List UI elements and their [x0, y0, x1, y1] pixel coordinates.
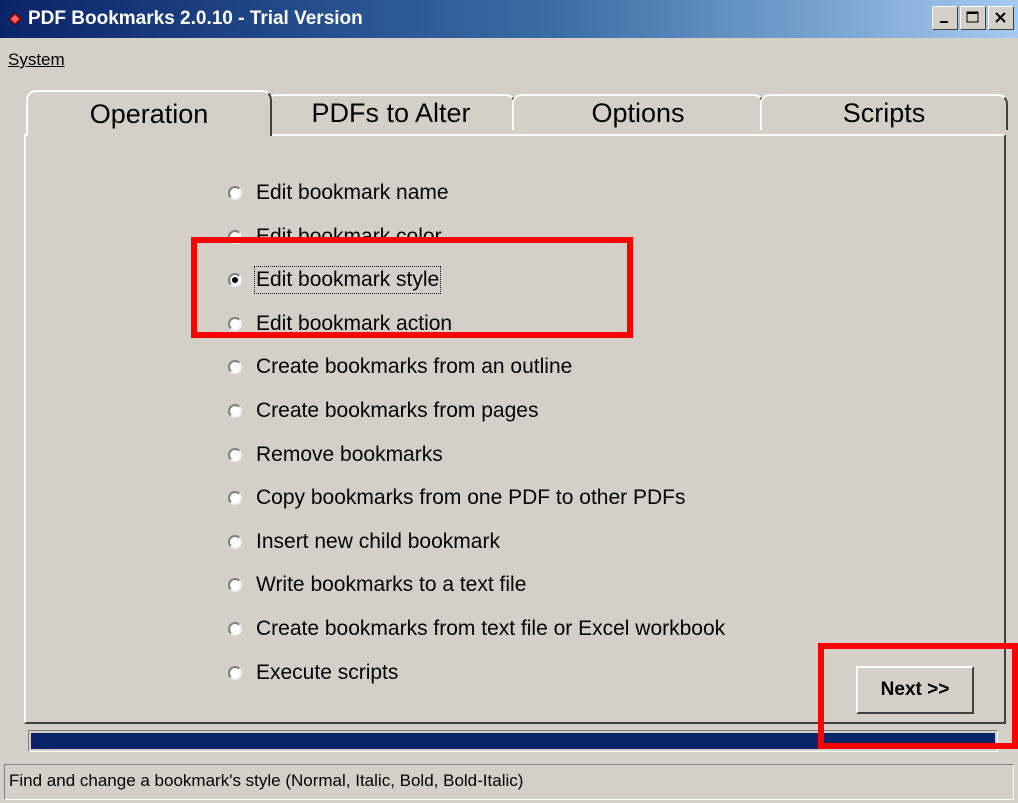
- minimize-button[interactable]: [932, 6, 958, 30]
- menu-system-label: System: [8, 50, 65, 69]
- operation-option-label: Edit bookmark style: [253, 266, 442, 294]
- minimize-icon: [940, 21, 948, 23]
- menu-bar: System: [0, 42, 1018, 74]
- operation-option[interactable]: Insert new child bookmark: [228, 527, 500, 557]
- tab-operation[interactable]: Operation: [26, 90, 272, 136]
- operation-option[interactable]: Create bookmarks from pages: [228, 396, 538, 426]
- tab-scripts[interactable]: Scripts: [760, 94, 1008, 130]
- next-button-label: Next >>: [880, 679, 950, 700]
- operation-option-label: Create bookmarks from text file or Excel…: [256, 617, 726, 640]
- radio-button[interactable]: [228, 578, 242, 592]
- tab-label: Scripts: [842, 97, 926, 128]
- operation-option[interactable]: Edit bookmark color: [228, 222, 442, 252]
- operation-option[interactable]: Create bookmarks from an outline: [228, 352, 572, 382]
- radio-button[interactable]: [228, 186, 242, 200]
- radio-button[interactable]: [228, 666, 242, 680]
- operation-option-label: Edit bookmark name: [256, 181, 449, 204]
- tab-pdfs-to-alter[interactable]: PDFs to Alter: [266, 94, 516, 130]
- window-controls: [932, 6, 1014, 32]
- radio-button[interactable]: [228, 230, 242, 244]
- radio-button[interactable]: [228, 404, 242, 418]
- operation-option-label: Create bookmarks from an outline: [256, 355, 573, 378]
- tab-label: Operation: [89, 98, 209, 129]
- operation-option-label: Execute scripts: [256, 661, 399, 684]
- operation-option[interactable]: Remove bookmarks: [228, 440, 443, 470]
- operation-option[interactable]: Edit bookmark style: [228, 265, 442, 295]
- operation-option-label: Edit bookmark action: [256, 312, 453, 335]
- operation-option-label: Edit bookmark color: [256, 225, 442, 248]
- window-title: PDF Bookmarks 2.0.10 - Trial Version: [28, 8, 363, 29]
- radio-dot-icon: [232, 277, 238, 283]
- radio-button[interactable]: [228, 273, 242, 287]
- close-button[interactable]: [988, 6, 1014, 30]
- operation-option-label: Copy bookmarks from one PDF to other PDF…: [256, 486, 686, 509]
- radio-button[interactable]: [228, 448, 242, 462]
- maximize-button[interactable]: [960, 6, 986, 30]
- operation-option[interactable]: Create bookmarks from text file or Excel…: [228, 614, 725, 644]
- next-button[interactable]: Next >>: [856, 666, 974, 714]
- operation-option-label: Insert new child bookmark: [256, 530, 500, 553]
- status-bar: Find and change a bookmark's style (Norm…: [4, 764, 1014, 800]
- operation-option[interactable]: Edit bookmark action: [228, 309, 452, 339]
- operation-option[interactable]: Execute scripts: [228, 658, 398, 688]
- maximize-icon: [966, 11, 979, 23]
- operation-option[interactable]: Write bookmarks to a text file: [228, 570, 526, 600]
- operation-option-label: Create bookmarks from pages: [256, 399, 539, 422]
- title-bar: PDF Bookmarks 2.0.10 - Trial Version: [0, 0, 1018, 38]
- progress-bar: [28, 730, 998, 752]
- operation-option-label: Write bookmarks to a text file: [256, 573, 527, 596]
- menu-system[interactable]: System: [8, 50, 65, 70]
- progress-fill: [31, 733, 995, 749]
- radio-button[interactable]: [228, 360, 242, 374]
- app-book-icon: [8, 12, 22, 26]
- status-text: Find and change a bookmark's style (Norm…: [9, 771, 524, 790]
- tab-label: PDFs to Alter: [311, 97, 471, 128]
- radio-button[interactable]: [228, 535, 242, 549]
- tab-options[interactable]: Options: [512, 94, 764, 130]
- radio-button[interactable]: [228, 317, 242, 331]
- radio-button[interactable]: [228, 622, 242, 636]
- tab-label: Options: [591, 97, 685, 128]
- operation-option-label: Remove bookmarks: [256, 443, 443, 466]
- operation-option[interactable]: Edit bookmark name: [228, 178, 449, 208]
- operation-option[interactable]: Copy bookmarks from one PDF to other PDF…: [228, 483, 686, 513]
- close-icon: [995, 12, 1006, 23]
- radio-button[interactable]: [228, 491, 242, 505]
